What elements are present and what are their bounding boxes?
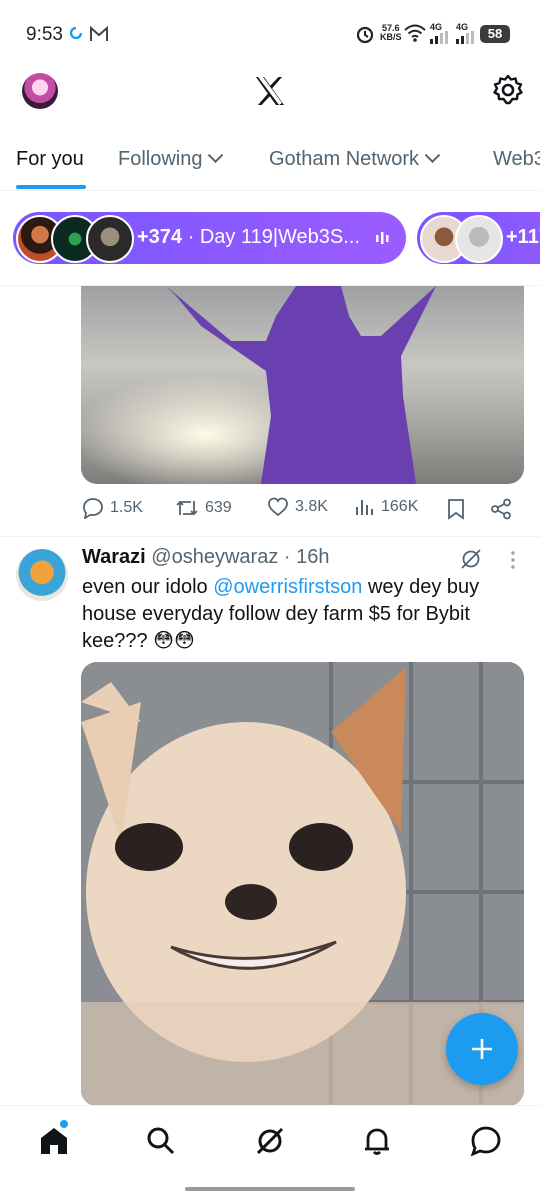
signal-1-icon xyxy=(430,31,448,44)
home-icon[interactable] xyxy=(37,1124,71,1158)
tab-following-label: Following xyxy=(118,148,203,170)
space-card[interactable]: +374 · Day 119|Web3S... xyxy=(13,212,406,264)
heart-icon xyxy=(268,497,288,517)
network-speed: 57.6 KB/S xyxy=(380,23,402,42)
repost-button[interactable]: 639 xyxy=(175,497,232,519)
chevron-down-icon xyxy=(208,147,224,164)
plus-icon xyxy=(472,1039,492,1059)
signal-2-icon xyxy=(456,31,474,44)
avatar xyxy=(455,215,503,263)
notifications-icon[interactable] xyxy=(360,1124,394,1158)
divider xyxy=(0,536,540,537)
author-name[interactable]: Warazi xyxy=(82,546,146,568)
grok-icon[interactable] xyxy=(460,548,482,570)
tweet-time: · 16h xyxy=(283,546,330,568)
tweet-header: Warazi @osheywaraz · 16h xyxy=(82,546,329,569)
alarm-icon xyxy=(356,26,374,44)
space-title: +374 · Day 119|Web3S... xyxy=(137,226,360,248)
gear-icon[interactable] xyxy=(491,73,525,107)
gmail-icon xyxy=(90,26,108,41)
grok-icon[interactable] xyxy=(253,1124,287,1158)
audio-bars-icon xyxy=(376,232,389,244)
author-handle[interactable]: @osheywaraz xyxy=(151,546,278,568)
mention-link[interactable]: @owerrisfirstson xyxy=(213,576,362,598)
tweet-actions: 1.5K 639 3.8K 166K xyxy=(82,497,522,525)
tab-following[interactable]: Following xyxy=(118,147,224,171)
messages-icon[interactable] xyxy=(469,1124,503,1158)
x-logo-icon[interactable] xyxy=(253,74,287,108)
tab-for-you-label: For you xyxy=(16,148,84,170)
reply-count: 1.5K xyxy=(110,499,143,516)
views-button[interactable]: 166K xyxy=(355,497,418,517)
like-count: 3.8K xyxy=(295,498,328,515)
reply-button[interactable]: 1.5K xyxy=(82,497,143,519)
gesture-bar[interactable] xyxy=(185,1187,355,1191)
tab-for-you[interactable]: For you xyxy=(16,148,84,171)
timeline-tabs: For you Following Gotham Network Web3 xyxy=(0,140,540,191)
repost-count: 639 xyxy=(205,499,232,516)
space-card[interactable]: +117 xyxy=(417,212,540,264)
chevron-down-icon xyxy=(424,147,441,164)
profile-avatar[interactable] xyxy=(22,73,58,109)
tweet-media-image[interactable] xyxy=(81,286,524,484)
wifi-icon xyxy=(404,24,426,42)
status-bar: 9:53 57.6 KB/S 4G 4G 58 xyxy=(0,0,540,68)
tweet-text: even our idolo @owerrisfirstson wey dey … xyxy=(82,576,480,652)
like-button[interactable]: 3.8K xyxy=(267,497,328,517)
battery-indicator: 58 xyxy=(480,25,510,43)
space-title: +117 xyxy=(506,226,540,248)
silhouette-graphic xyxy=(81,286,524,484)
home-notification-dot xyxy=(60,1120,68,1128)
status-time: 9:53 xyxy=(26,24,63,45)
share-icon[interactable] xyxy=(490,498,512,520)
repost-icon xyxy=(176,500,198,516)
tab-web3-label: Web3 xyxy=(493,148,540,170)
more-options-icon[interactable] xyxy=(509,550,517,570)
spaces-bar: +374 · Day 119|Web3S... +117 xyxy=(0,206,540,276)
tab-gotham-network[interactable]: Gotham Network xyxy=(269,147,441,171)
sync-icon xyxy=(70,27,82,39)
tab-gotham-network-label: Gotham Network xyxy=(269,148,420,170)
views-count: 166K xyxy=(381,498,419,515)
bookmark-icon[interactable] xyxy=(447,498,465,520)
tab-web3[interactable]: Web3 xyxy=(493,148,540,171)
reply-icon xyxy=(83,498,103,519)
views-icon xyxy=(356,500,373,515)
compose-post-button[interactable] xyxy=(446,1013,518,1085)
search-icon[interactable] xyxy=(144,1124,178,1158)
avatar xyxy=(86,215,134,263)
avatar[interactable] xyxy=(16,549,68,601)
active-tab-indicator xyxy=(16,185,86,189)
